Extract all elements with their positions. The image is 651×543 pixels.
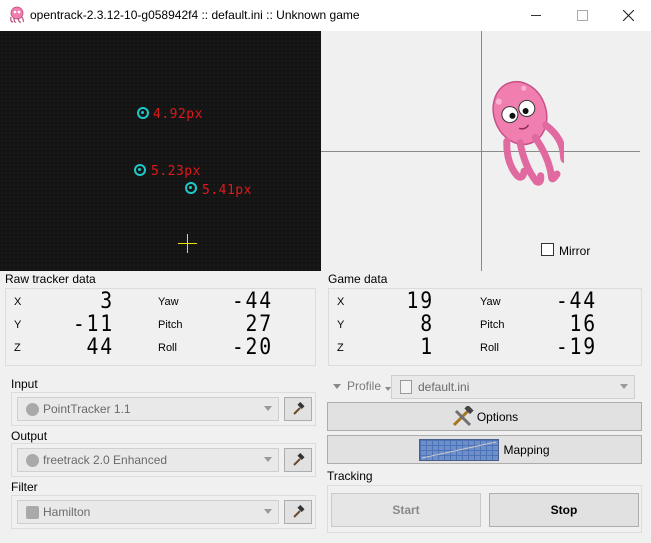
close-icon <box>622 10 634 21</box>
stop-label: Stop <box>550 503 578 517</box>
chevron-down-icon <box>264 509 272 514</box>
game-y-value: 8 <box>420 312 434 337</box>
axis-label-z: Z <box>14 342 21 354</box>
tracker-icon <box>26 402 39 416</box>
hammer-icon <box>293 402 305 415</box>
options-button[interactable]: Options <box>327 402 642 431</box>
tracking-title: Tracking <box>327 469 373 483</box>
octopus-head-icon <box>492 80 564 186</box>
start-label: Start <box>392 503 420 517</box>
game-pitch-value: 16 <box>569 312 597 337</box>
chevron-down-icon <box>333 383 341 389</box>
close-button[interactable] <box>605 0 651 31</box>
game-roll-value: -19 <box>555 335 597 360</box>
axis-label-x: X <box>14 296 22 308</box>
profile-menu-button[interactable]: Profile <box>333 379 392 393</box>
profile-select-value: default.ini <box>418 380 470 394</box>
filter-title: Filter <box>11 480 38 494</box>
raw-roll-value: -20 <box>231 335 273 360</box>
axis-label-x: X <box>337 296 345 308</box>
raw-x-value: 3 <box>100 289 114 314</box>
filter-settings-button[interactable] <box>284 500 312 524</box>
file-icon <box>400 380 412 394</box>
window-title: opentrack-2.3.12-10-g058942f4 :: default… <box>30 8 360 22</box>
filter-select-value: Hamilton <box>43 505 91 519</box>
axis-label-roll: Roll <box>480 342 499 354</box>
chevron-down-icon <box>620 384 628 389</box>
raw-y-value: -11 <box>72 312 114 337</box>
start-button[interactable]: Start <box>331 493 481 527</box>
axis-label-roll: Roll <box>158 342 177 354</box>
axis-label-pitch: Pitch <box>158 319 183 331</box>
raw-z-value: 44 <box>86 335 114 360</box>
axis-label-y: Y <box>14 319 22 331</box>
mapping-button[interactable]: Mapping <box>327 435 642 464</box>
game-data-title: Game data <box>328 272 388 286</box>
point-size-label: 4.92px <box>153 107 203 122</box>
input-settings-button[interactable] <box>284 397 312 421</box>
point-size-label: 5.41px <box>202 183 252 198</box>
minimize-icon <box>531 15 541 16</box>
output-title: Output <box>11 429 48 443</box>
hammer-icon <box>293 453 305 466</box>
input-title: Input <box>11 377 38 391</box>
output-select-value: freetrack 2.0 Enhanced <box>43 453 168 467</box>
mirror-label: Mirror <box>559 244 591 258</box>
stop-button[interactable]: Stop <box>489 493 639 527</box>
chevron-down-icon <box>264 406 272 411</box>
pose-axis-vertical <box>481 31 482 271</box>
minimize-button[interactable] <box>513 0 559 31</box>
axis-label-pitch: Pitch <box>480 319 505 331</box>
output-settings-button[interactable] <box>284 448 312 472</box>
raw-pitch-value: 27 <box>245 312 273 337</box>
game-yaw-value: -44 <box>555 289 597 314</box>
axis-label-yaw: Yaw <box>480 296 501 308</box>
tracked-point-dot <box>138 168 141 171</box>
axis-label-z: Z <box>337 342 344 354</box>
axis-label-y: Y <box>337 319 345 331</box>
hammer-icon <box>293 505 305 518</box>
maximize-icon <box>576 10 588 21</box>
profile-select[interactable]: default.ini <box>391 375 635 399</box>
input-select-value: PointTracker 1.1 <box>43 402 131 416</box>
raw-yaw-value: -44 <box>231 289 273 314</box>
filter-funnel-icon <box>26 505 39 519</box>
maximize-button[interactable] <box>559 0 605 31</box>
center-crosshair <box>187 234 188 253</box>
video-feed <box>0 31 321 271</box>
game-x-value: 19 <box>406 289 434 314</box>
tools-icon <box>452 405 474 426</box>
input-select[interactable]: PointTracker 1.1 <box>17 397 279 421</box>
chevron-down-icon <box>264 457 272 462</box>
filter-select[interactable]: Hamilton <box>17 500 279 524</box>
raw-tracker-title: Raw tracker data <box>5 272 96 286</box>
point-size-label: 5.23px <box>151 164 201 179</box>
options-label: Options <box>476 409 519 424</box>
axis-label-yaw: Yaw <box>158 296 179 308</box>
mapping-label: Mapping <box>503 442 550 457</box>
output-select[interactable]: freetrack 2.0 Enhanced <box>17 448 279 472</box>
freetrack-icon <box>26 453 39 467</box>
game-z-value: 1 <box>420 335 434 360</box>
profile-label: Profile <box>347 379 382 393</box>
tracked-point-dot <box>189 186 192 189</box>
octopus-app-icon <box>10 6 24 23</box>
mapping-curve-icon <box>419 438 500 461</box>
tracked-point-dot <box>141 111 144 114</box>
mirror-checkbox[interactable] <box>541 243 554 256</box>
